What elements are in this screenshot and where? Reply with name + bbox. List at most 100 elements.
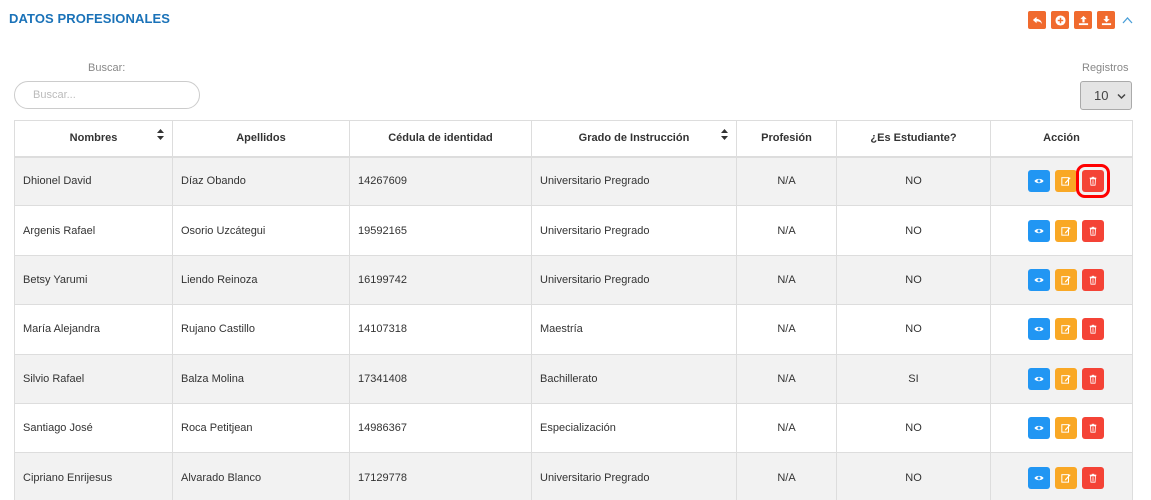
chevron-down-icon bbox=[1117, 93, 1126, 100]
edit-button[interactable] bbox=[1054, 417, 1077, 440]
header-label: Apellidos bbox=[236, 132, 286, 145]
cell-accion bbox=[990, 155, 1133, 207]
edit-button[interactable] bbox=[1054, 268, 1077, 291]
registros-select[interactable]: 10 bbox=[1080, 81, 1132, 110]
search-input[interactable] bbox=[14, 81, 200, 109]
table-row: Silvio Rafael Balza Molina 17341408 Bachill… bbox=[14, 353, 1133, 404]
edit-icon bbox=[1060, 473, 1071, 483]
cell-nombres: Santiago José bbox=[14, 402, 173, 454]
header-nombres[interactable]: Nombres bbox=[14, 120, 173, 158]
page-title: DATOS PROFESIONALES bbox=[9, 11, 171, 26]
row-actions bbox=[999, 268, 1132, 291]
edit-button[interactable] bbox=[1054, 466, 1077, 489]
header-es-estudiante: ¿Es Estudiante? bbox=[836, 120, 991, 158]
sort-icon[interactable] bbox=[721, 129, 728, 140]
delete-button[interactable] bbox=[1081, 318, 1104, 341]
view-button[interactable] bbox=[1027, 318, 1050, 341]
cell-nombres: Argenis Rafael bbox=[14, 205, 173, 256]
eye-icon bbox=[1033, 228, 1044, 233]
cell-cedula: 14107318 bbox=[349, 304, 532, 355]
header-label: ¿Es Estudiante? bbox=[870, 132, 957, 145]
row-actions bbox=[999, 417, 1132, 440]
download-icon bbox=[1101, 15, 1111, 25]
add-icon bbox=[1054, 14, 1066, 26]
view-button[interactable] bbox=[1027, 367, 1050, 390]
edit-icon bbox=[1060, 177, 1071, 187]
edit-button[interactable] bbox=[1054, 219, 1077, 242]
row-actions bbox=[999, 318, 1132, 341]
cell-es-estudiante: NO bbox=[836, 155, 991, 207]
upload-button[interactable] bbox=[1074, 11, 1092, 29]
cell-accion bbox=[990, 452, 1133, 500]
row-actions bbox=[999, 466, 1132, 489]
cell-apellidos: Rujano Castillo bbox=[172, 304, 350, 355]
search-label: Buscar: bbox=[88, 62, 126, 74]
view-button[interactable] bbox=[1027, 417, 1050, 440]
view-button[interactable] bbox=[1027, 170, 1050, 193]
eye-icon bbox=[1033, 475, 1044, 480]
cell-accion bbox=[990, 205, 1133, 256]
add-button[interactable] bbox=[1051, 11, 1069, 29]
delete-button[interactable] bbox=[1081, 466, 1104, 489]
trash-icon bbox=[1089, 275, 1096, 285]
table-header-row: Nombres Apellidos Cédula de identidad Gr… bbox=[14, 120, 1133, 158]
header-label: Cédula de identidad bbox=[388, 132, 493, 145]
cell-nombres: Betsy Yarumi bbox=[14, 254, 173, 306]
cell-accion bbox=[990, 353, 1133, 404]
collapse-button[interactable] bbox=[1120, 11, 1134, 29]
eye-icon bbox=[1033, 327, 1044, 332]
delete-button[interactable] bbox=[1081, 367, 1104, 390]
cell-grado: Universitario Pregrado bbox=[531, 205, 737, 256]
cell-grado: Bachillerato bbox=[531, 353, 737, 404]
cell-cedula: 16199742 bbox=[349, 254, 532, 306]
header-label: Profesión bbox=[761, 132, 812, 145]
edit-icon bbox=[1060, 374, 1071, 384]
edit-button[interactable] bbox=[1054, 367, 1077, 390]
header-label: Grado de Instrucción bbox=[578, 132, 690, 145]
trash-icon bbox=[1089, 473, 1096, 483]
cell-cedula: 17341408 bbox=[349, 353, 532, 404]
edit-button[interactable] bbox=[1054, 318, 1077, 341]
cell-accion bbox=[990, 304, 1133, 355]
delete-button[interactable] bbox=[1081, 219, 1104, 242]
delete-button[interactable] bbox=[1081, 417, 1104, 440]
delete-button[interactable] bbox=[1075, 164, 1110, 199]
cell-apellidos: Roca Petitjean bbox=[172, 402, 350, 454]
cell-es-estudiante: NO bbox=[836, 205, 991, 256]
cell-profesion: N/A bbox=[736, 402, 837, 454]
cell-accion bbox=[990, 402, 1133, 454]
cell-apellidos: Osorio Uzcátegui bbox=[172, 205, 350, 256]
cell-cedula: 14267609 bbox=[349, 155, 532, 207]
upload-icon bbox=[1078, 15, 1088, 25]
cell-nombres: Silvio Rafael bbox=[14, 353, 173, 404]
cell-es-estudiante: NO bbox=[836, 452, 991, 500]
view-button[interactable] bbox=[1027, 219, 1050, 242]
cell-apellidos: Balza Molina bbox=[172, 353, 350, 404]
header-grado[interactable]: Grado de Instrucción bbox=[531, 120, 737, 158]
edit-icon bbox=[1060, 226, 1071, 236]
professionals-table: Nombres Apellidos Cédula de identidad Gr… bbox=[14, 120, 1133, 500]
edit-icon bbox=[1060, 276, 1071, 285]
cell-grado: Especialización bbox=[531, 402, 737, 454]
header-cedula: Cédula de identidad bbox=[349, 120, 532, 158]
download-button[interactable] bbox=[1097, 11, 1115, 29]
registros-label: Registros bbox=[1082, 62, 1129, 74]
table-row: Dhionel David Díaz Obando 14267609 Universi… bbox=[14, 155, 1133, 207]
trash-icon bbox=[1089, 177, 1096, 187]
delete-button[interactable] bbox=[1081, 268, 1104, 291]
header-accion: Acción bbox=[990, 120, 1133, 158]
cell-nombres: Dhionel David bbox=[14, 155, 173, 207]
cell-grado: Universitario Pregrado bbox=[531, 155, 737, 207]
header-profesion: Profesión bbox=[736, 120, 837, 158]
view-button[interactable] bbox=[1027, 466, 1050, 489]
header-label: Nombres bbox=[69, 132, 118, 145]
trash-icon bbox=[1089, 226, 1096, 236]
edit-button[interactable] bbox=[1054, 170, 1077, 193]
row-actions bbox=[999, 219, 1132, 242]
cell-grado: Maestría bbox=[531, 304, 737, 355]
view-button[interactable] bbox=[1027, 268, 1050, 291]
undo-button[interactable] bbox=[1028, 11, 1046, 29]
header-apellidos: Apellidos bbox=[172, 120, 350, 158]
cell-apellidos: Díaz Obando bbox=[172, 155, 350, 207]
sort-icon[interactable] bbox=[157, 129, 164, 140]
